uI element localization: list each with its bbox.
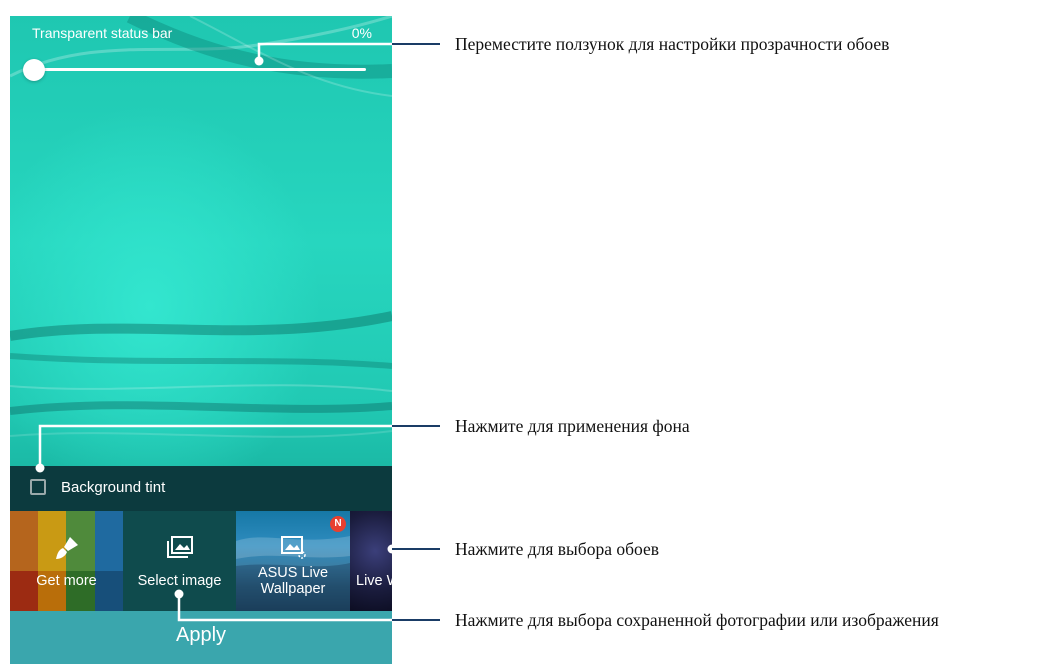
get-more-label: Get more (36, 573, 97, 589)
new-badge: N (330, 516, 346, 532)
live-wallpaper-tile[interactable]: Live W (350, 511, 392, 611)
select-image-tile[interactable]: Select image (123, 511, 236, 611)
apply-button[interactable]: Apply (10, 611, 392, 664)
background-tint-label: Background tint (61, 479, 166, 496)
asus-live-wallpaper-tile[interactable]: N ASUS Live Wallpaper (236, 511, 350, 611)
live-wallpaper-label: Live W (356, 573, 392, 589)
background-tint-checkbox[interactable] (30, 479, 46, 495)
transparency-slider[interactable] (34, 68, 366, 71)
transparent-status-bar-label: Transparent status bar (32, 25, 173, 41)
wallpaper-picker: Get more Select image N ASUS Live Wallpa… (10, 511, 392, 611)
callout-tint-text: Нажмите для применения фона (455, 416, 690, 436)
background-tint-row[interactable]: Background tint (10, 466, 392, 511)
apply-label: Apply (175, 624, 227, 646)
asus-live-wallpaper-label: ASUS Live Wallpaper (257, 565, 329, 597)
callout-slider-text: Переместите ползунок для настройки прозр… (455, 34, 890, 54)
gallery-icon (167, 536, 193, 558)
paintbrush-icon (56, 537, 78, 559)
callout-picker-text: Нажмите для выбора обоев (455, 539, 660, 559)
select-image-label: Select image (137, 573, 222, 589)
live-wallpaper-icon (281, 536, 306, 559)
transparency-slider-thumb[interactable] (23, 59, 45, 81)
transparent-status-bar-row: Transparent status bar 0% (10, 16, 392, 50)
get-more-tile[interactable]: Get more (10, 511, 123, 611)
transparency-value: 0% (351, 25, 372, 41)
wallpaper-settings-screen: Transparent status bar 0% Background tin… (10, 16, 392, 664)
callout-select-image-text: Нажмите для выбора сохраненной фотографи… (455, 610, 939, 630)
